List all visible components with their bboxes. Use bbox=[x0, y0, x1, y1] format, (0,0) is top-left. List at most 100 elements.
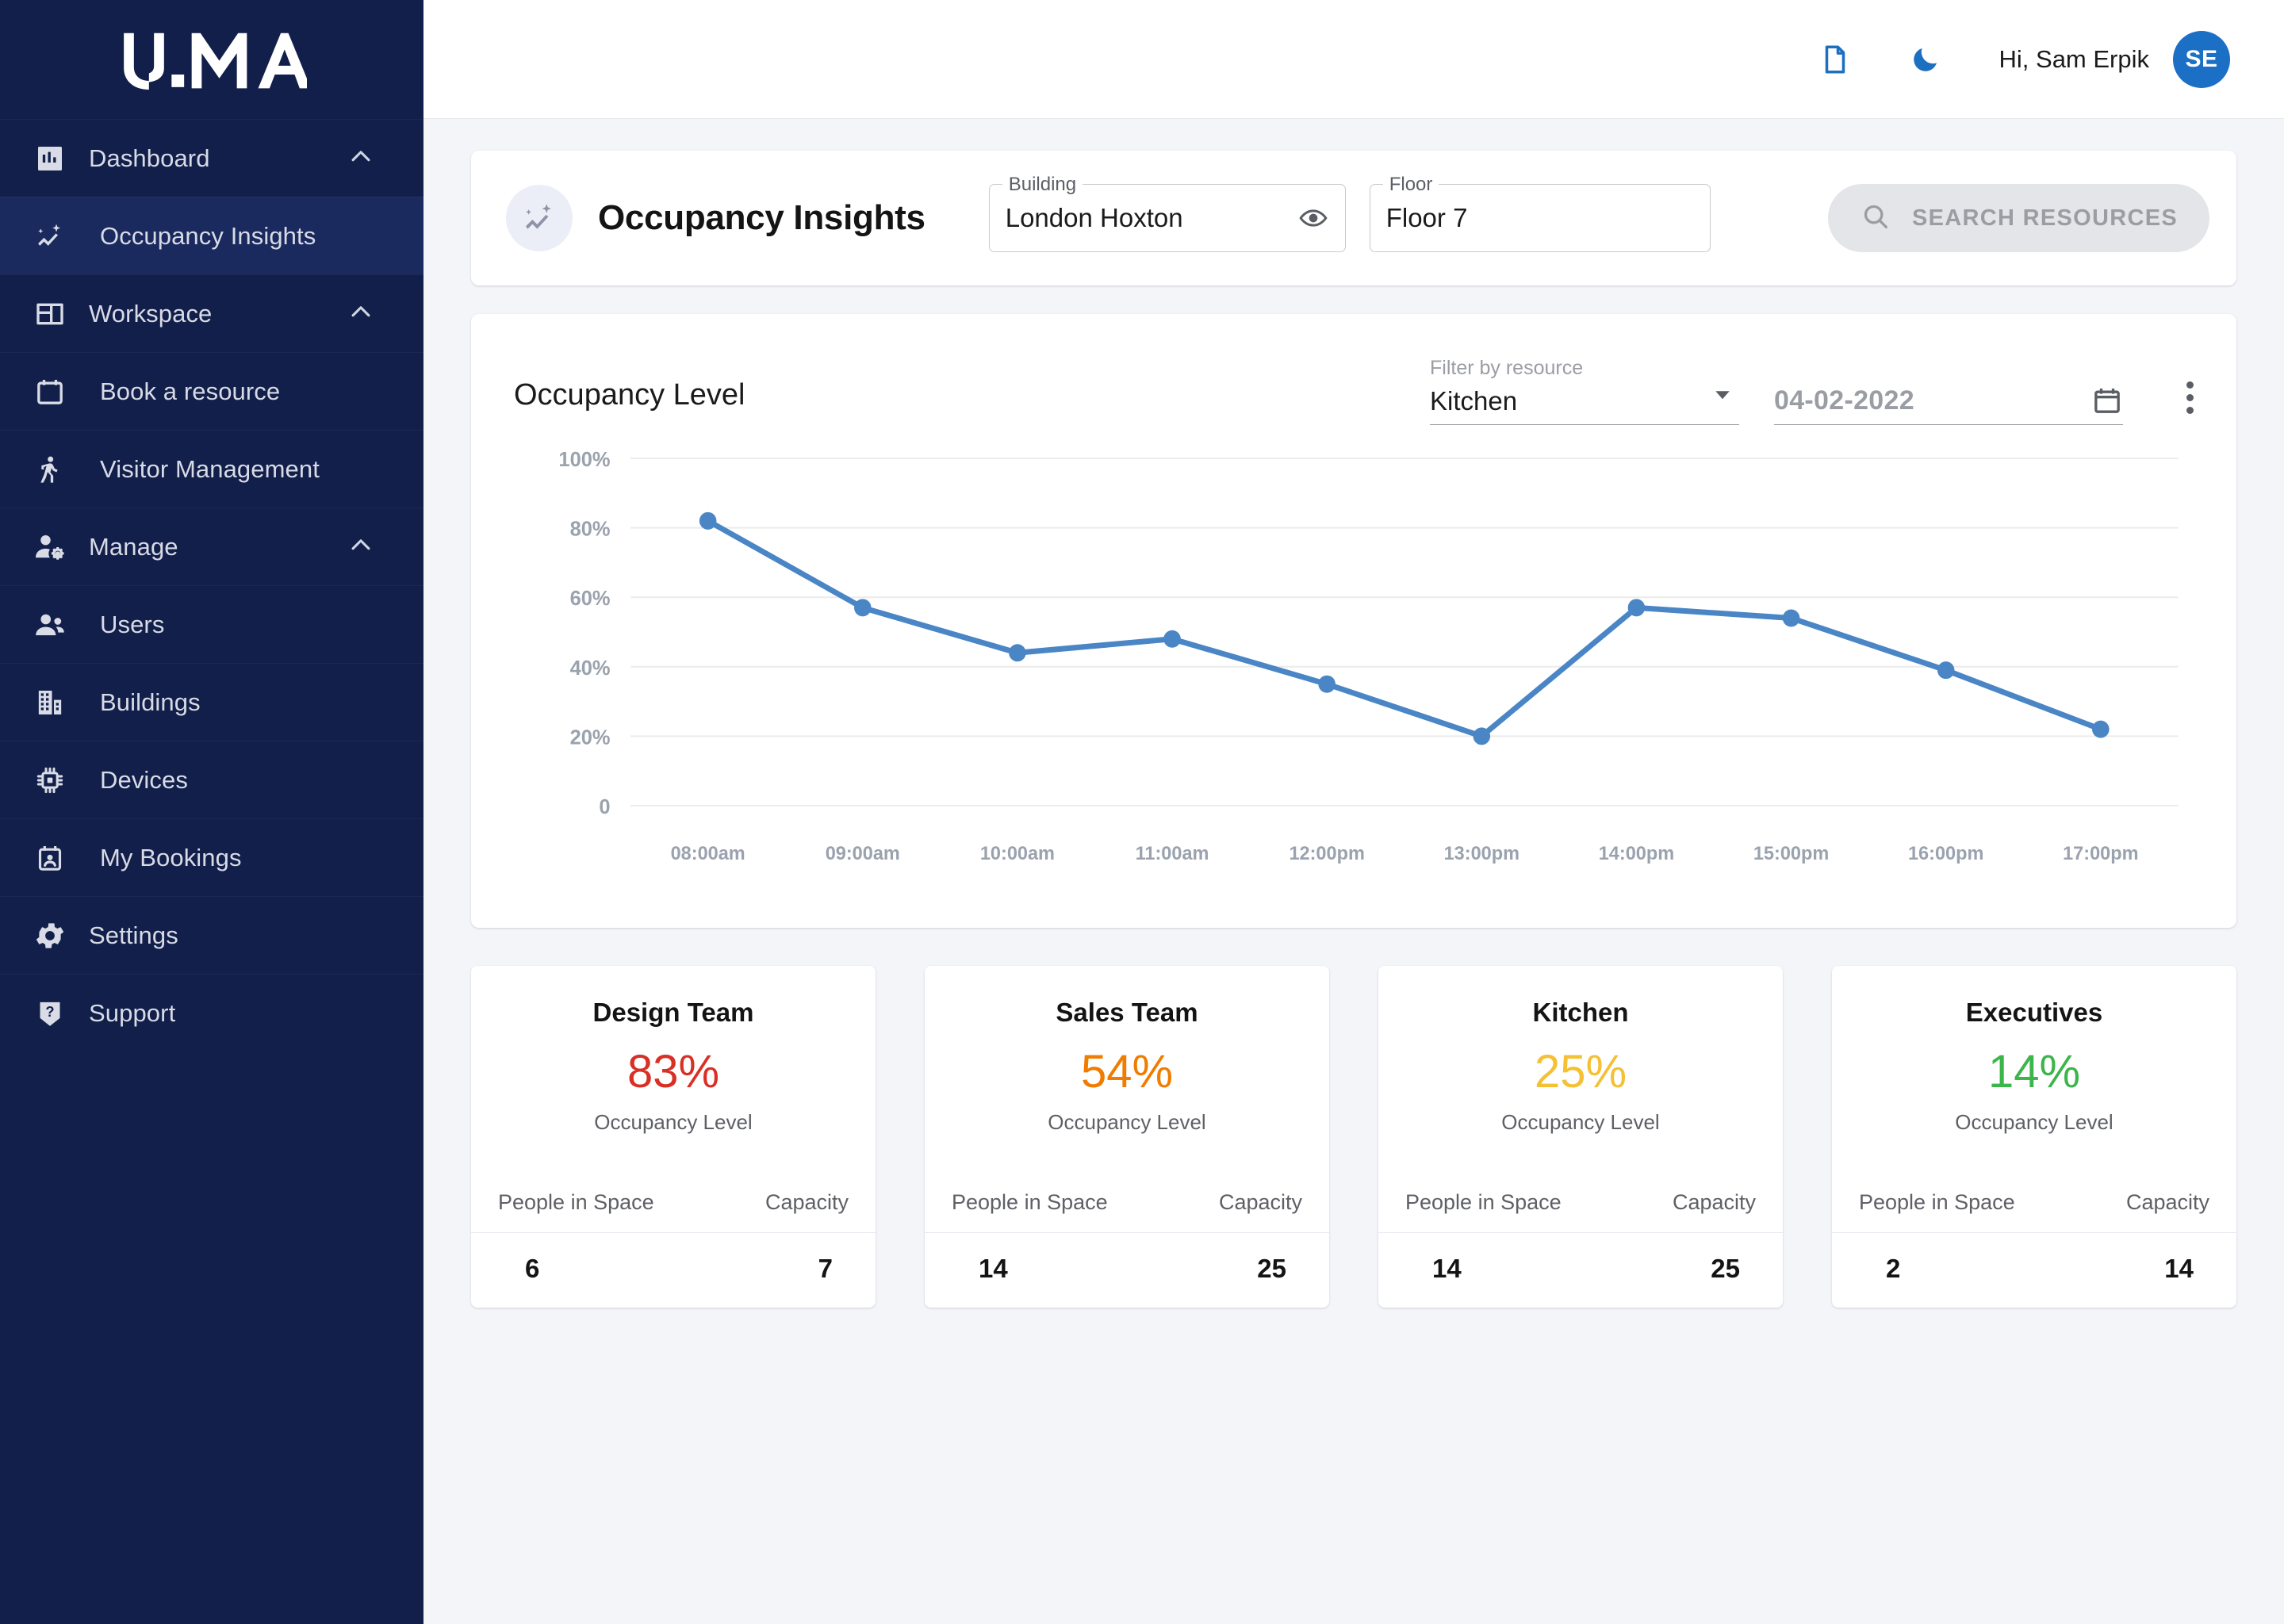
chart-header: Occupancy Level Filter by resource Kitch… bbox=[514, 346, 2194, 425]
sidebar-item-dashboard[interactable]: Dashboard bbox=[0, 119, 423, 197]
sidebar-item-label: Visitor Management bbox=[100, 455, 320, 484]
chevron-down-icon[interactable] bbox=[1711, 382, 1734, 410]
sidebar-item-workspace[interactable]: Workspace bbox=[0, 274, 423, 352]
sidebar-item-visitor-management[interactable]: Visitor Management bbox=[0, 430, 423, 508]
stat-card-list: Design Team 83% Occupancy Level People i… bbox=[471, 966, 2236, 1308]
svg-text:40%: 40% bbox=[570, 657, 611, 680]
stat-card[interactable]: Sales Team 54% Occupancy Level People in… bbox=[925, 966, 1329, 1308]
stat-card-labels: People in Space Capacity bbox=[1378, 1155, 1783, 1232]
building-field-label: Building bbox=[1002, 174, 1083, 196]
sidebar-item-label: My Bookings bbox=[100, 844, 242, 872]
svg-text:0: 0 bbox=[599, 796, 610, 818]
capacity-label: Capacity bbox=[2126, 1190, 2209, 1215]
bar-chart-icon bbox=[24, 143, 76, 174]
stat-card-top: Executives 14% Occupancy Level bbox=[1832, 966, 2236, 1155]
people-in-space-value: 14 bbox=[979, 1254, 1008, 1284]
capacity-value: 14 bbox=[2164, 1254, 2194, 1284]
stat-card-title: Sales Team bbox=[948, 998, 1305, 1028]
capacity-value: 25 bbox=[1711, 1254, 1740, 1284]
floor-field-value: Floor 7 bbox=[1386, 203, 1468, 233]
svg-text:09:00am: 09:00am bbox=[826, 843, 900, 864]
topbar: Hi, Sam Erpik SE bbox=[423, 0, 2284, 119]
sidebar-item-book-a-resource[interactable]: Book a resource bbox=[0, 352, 423, 430]
sidebar-item-label: Workspace bbox=[89, 300, 212, 328]
sidebar-item-label: Users bbox=[100, 611, 164, 639]
occupancy-chart-card: Occupancy Level Filter by resource Kitch… bbox=[471, 314, 2236, 928]
sidebar-item-label: Support bbox=[89, 999, 175, 1028]
moon-icon[interactable] bbox=[1909, 43, 1942, 76]
stat-card-subtitle: Occupancy Level bbox=[1856, 1110, 2213, 1135]
svg-text:14:00pm: 14:00pm bbox=[1599, 843, 1674, 864]
manage-user-icon bbox=[24, 530, 76, 565]
chip-icon bbox=[24, 764, 76, 796]
stat-card-top: Design Team 83% Occupancy Level bbox=[471, 966, 876, 1155]
chevron-up-icon[interactable] bbox=[347, 531, 374, 562]
chart-title: Occupancy Level bbox=[514, 378, 745, 425]
sidebar-item-my-bookings[interactable]: My Bookings bbox=[0, 818, 423, 896]
search-resources-button[interactable]: SEARCH RESOURCES bbox=[1828, 184, 2209, 252]
svg-text:17:00pm: 17:00pm bbox=[2063, 843, 2138, 864]
people-in-space-label: People in Space bbox=[1405, 1190, 1562, 1215]
svg-text:15:00pm: 15:00pm bbox=[1753, 843, 1829, 864]
svg-text:80%: 80% bbox=[570, 518, 611, 540]
stat-card-percent: 54% bbox=[948, 1047, 1305, 1097]
date-picker-value: 04-02-2022 bbox=[1774, 385, 1914, 416]
avatar[interactable]: SE bbox=[2173, 31, 2230, 88]
user-greeting: Hi, Sam Erpik bbox=[1999, 45, 2149, 74]
people-in-space-value: 14 bbox=[1432, 1254, 1462, 1284]
stat-card[interactable]: Design Team 83% Occupancy Level People i… bbox=[471, 966, 876, 1308]
sidebar-item-label: Book a resource bbox=[100, 377, 280, 406]
stat-card-subtitle: Occupancy Level bbox=[948, 1110, 1305, 1135]
date-picker-field[interactable]: 04-02-2022 bbox=[1774, 385, 2123, 425]
chevron-up-icon[interactable] bbox=[347, 143, 374, 174]
sidebar-item-support[interactable]: ? Support bbox=[0, 974, 423, 1051]
svg-text:10:00am: 10:00am bbox=[980, 843, 1055, 864]
workspace-icon bbox=[24, 298, 76, 330]
brand-logo[interactable] bbox=[0, 0, 423, 119]
svg-text:08:00am: 08:00am bbox=[671, 843, 745, 864]
filter-by-resource-value: Kitchen bbox=[1430, 386, 1517, 416]
insights-icon bbox=[24, 220, 76, 253]
calendar-icon[interactable] bbox=[2091, 385, 2123, 416]
building-icon bbox=[24, 687, 76, 718]
capacity-label: Capacity bbox=[1219, 1190, 1302, 1215]
people-icon bbox=[24, 608, 76, 642]
sidebar-item-devices[interactable]: Devices bbox=[0, 741, 423, 818]
svg-text:16:00pm: 16:00pm bbox=[1908, 843, 1983, 864]
floor-field-label: Floor bbox=[1383, 174, 1439, 196]
stat-card-labels: People in Space Capacity bbox=[1832, 1155, 2236, 1232]
page-content: Occupancy Insights Building London Hoxto… bbox=[423, 119, 2284, 1308]
insights-icon bbox=[506, 185, 573, 251]
people-in-space-value: 6 bbox=[525, 1254, 539, 1284]
stat-card-top: Sales Team 54% Occupancy Level bbox=[925, 966, 1329, 1155]
stat-card-values: 6 7 bbox=[471, 1232, 876, 1308]
stat-card[interactable]: Kitchen 25% Occupancy Level People in Sp… bbox=[1378, 966, 1783, 1308]
sidebar-item-label: Manage bbox=[89, 533, 178, 561]
floor-field[interactable]: Floor Floor 7 bbox=[1370, 184, 1711, 252]
document-icon[interactable] bbox=[1818, 43, 1852, 76]
walking-person-icon bbox=[24, 454, 76, 485]
capacity-label: Capacity bbox=[765, 1190, 849, 1215]
sidebar-item-users[interactable]: Users bbox=[0, 585, 423, 663]
filter-by-resource-select[interactable]: Filter by resource Kitchen bbox=[1430, 357, 1739, 425]
svg-text:60%: 60% bbox=[570, 588, 611, 610]
building-field[interactable]: Building London Hoxton bbox=[989, 184, 1346, 252]
stat-card[interactable]: Executives 14% Occupancy Level People in… bbox=[1832, 966, 2236, 1308]
calendar-icon bbox=[24, 376, 76, 408]
sidebar-item-label: Settings bbox=[89, 921, 178, 950]
sidebar-item-buildings[interactable]: Buildings bbox=[0, 663, 423, 741]
sidebar-item-settings[interactable]: Settings bbox=[0, 896, 423, 974]
stat-card-percent: 83% bbox=[495, 1047, 852, 1097]
uma-logo-icon bbox=[117, 29, 307, 90]
eye-icon[interactable] bbox=[1297, 202, 1329, 234]
more-vertical-icon[interactable] bbox=[2186, 381, 2194, 414]
sidebar-item-manage[interactable]: Manage bbox=[0, 508, 423, 585]
sidebar-item-label: Buildings bbox=[100, 688, 201, 717]
svg-text:11:00am: 11:00am bbox=[1136, 843, 1209, 864]
chevron-up-icon[interactable] bbox=[347, 298, 374, 329]
stat-card-values: 14 25 bbox=[925, 1232, 1329, 1308]
building-field-value: London Hoxton bbox=[1006, 203, 1183, 233]
sidebar-item-label: Occupancy Insights bbox=[100, 222, 316, 251]
main-region: Hi, Sam Erpik SE Occupancy Insights Buil… bbox=[423, 0, 2284, 1624]
sidebar-item-occupancy-insights[interactable]: Occupancy Insights bbox=[0, 197, 423, 274]
